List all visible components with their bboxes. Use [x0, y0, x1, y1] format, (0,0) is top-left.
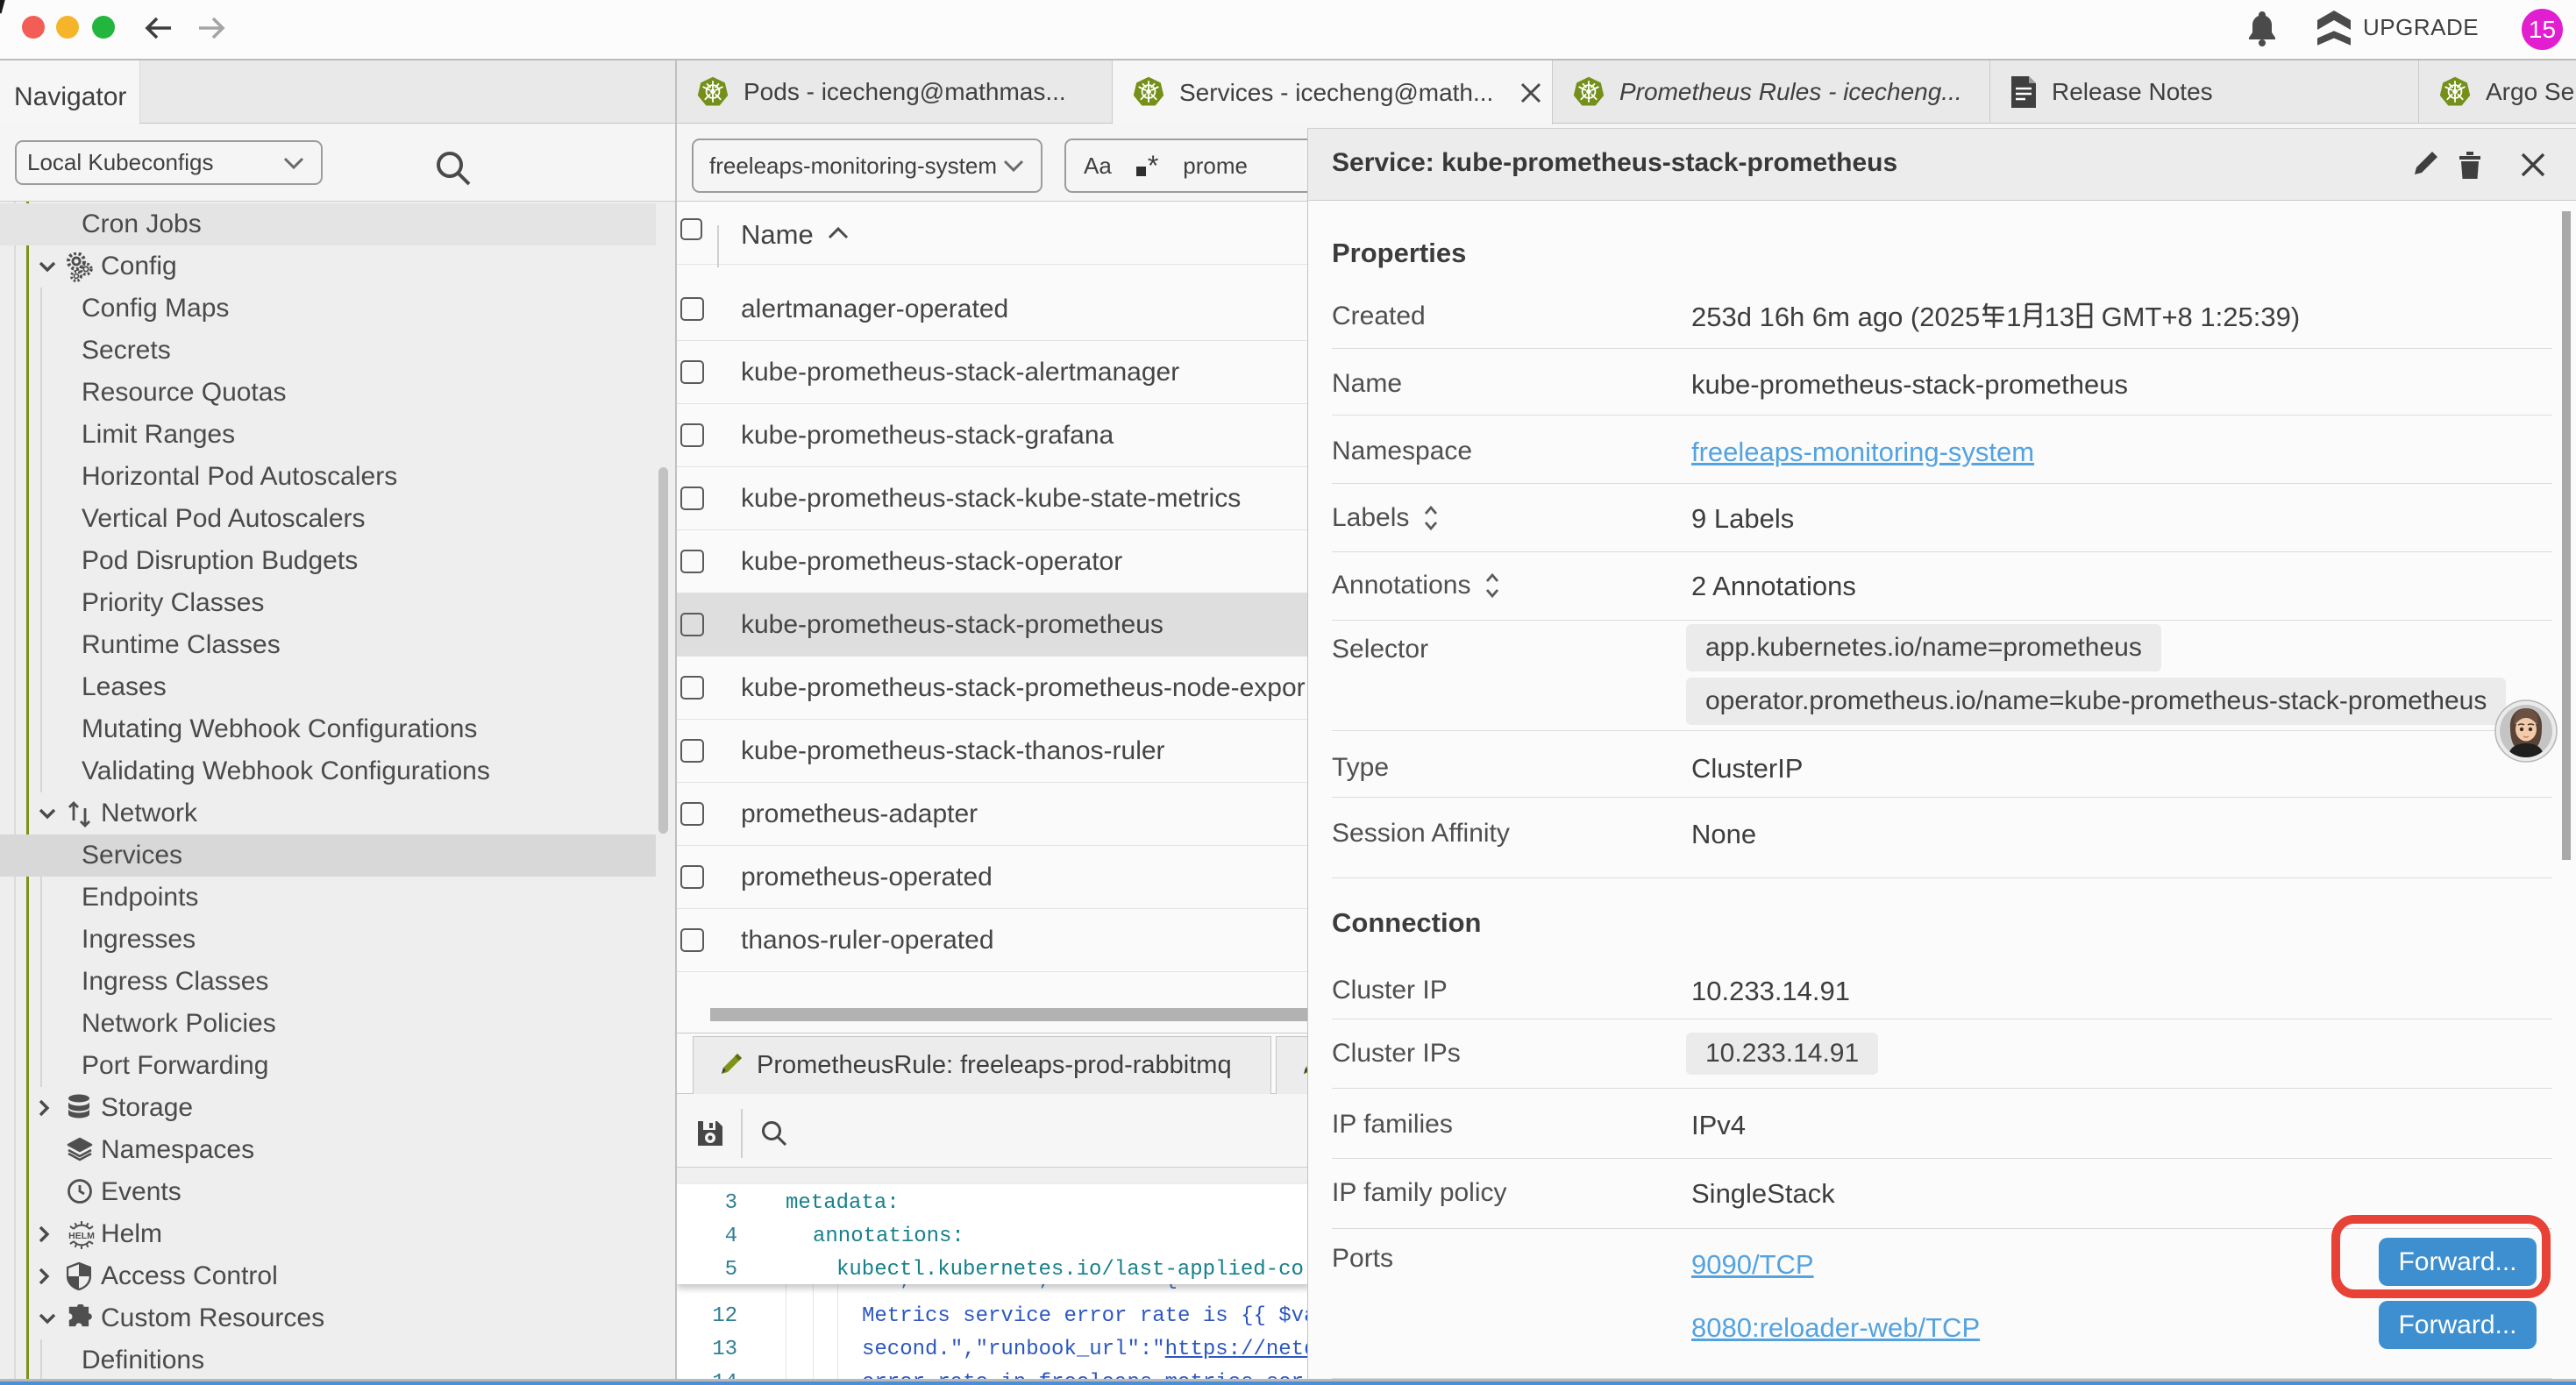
svg-text:HELM: HELM — [68, 1231, 95, 1241]
